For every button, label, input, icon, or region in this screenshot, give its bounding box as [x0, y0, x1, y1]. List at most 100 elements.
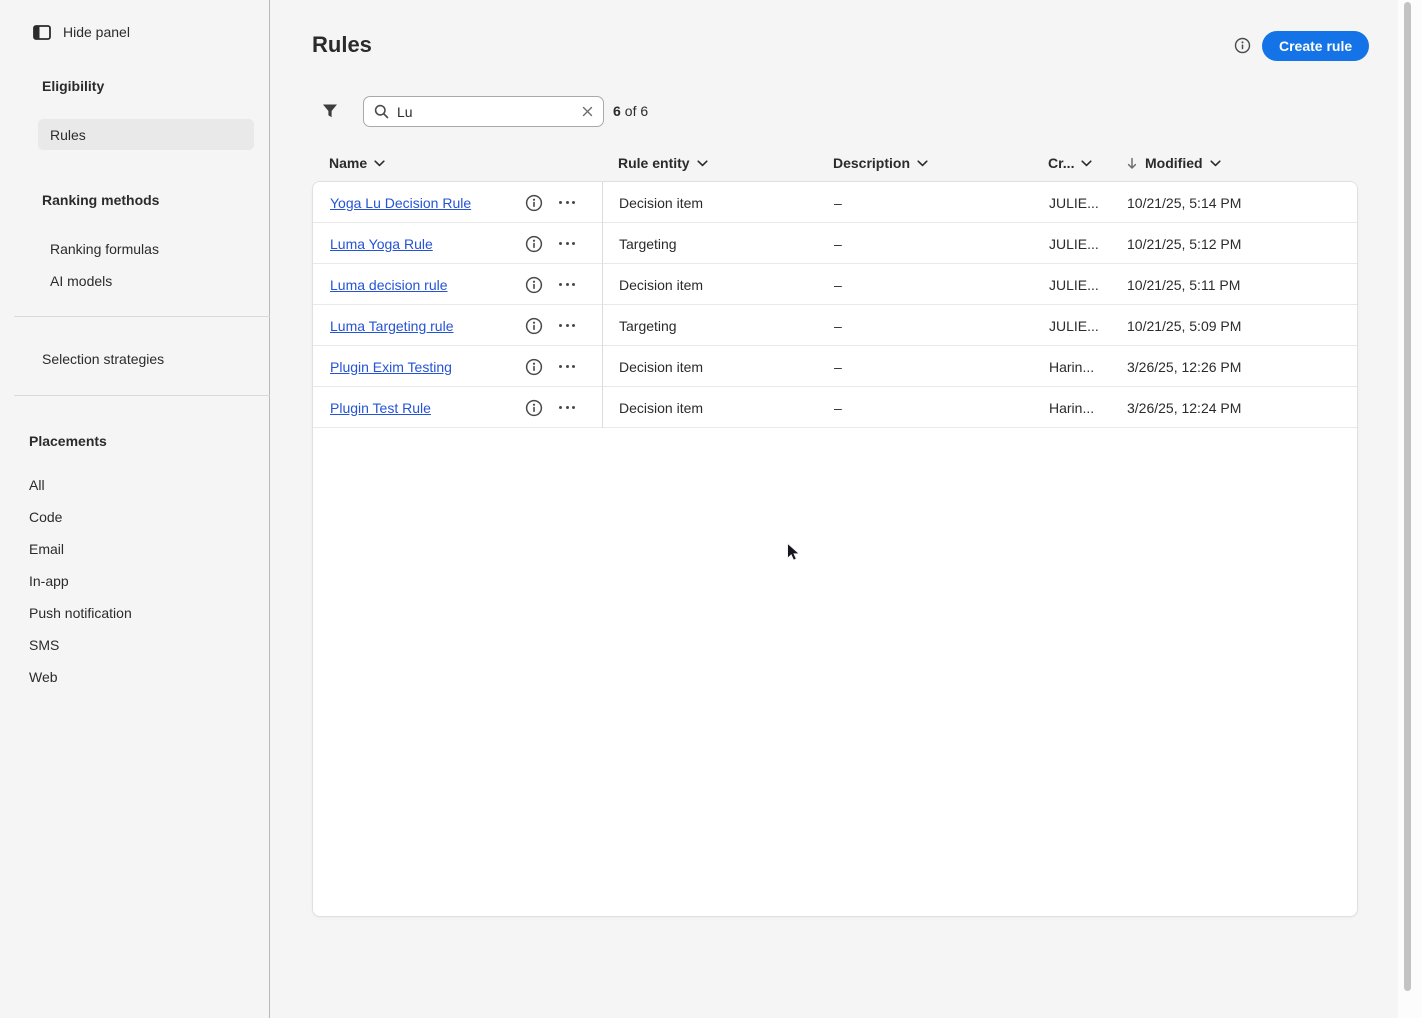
- sidebar-item-in-app[interactable]: In-app: [29, 573, 69, 589]
- table-body: Yoga Lu Decision Rule Decision item – JU…: [313, 182, 1357, 428]
- sidebar-divider: [14, 316, 270, 317]
- modified-cell: 10/21/25, 5:12 PM: [1127, 235, 1242, 252]
- description-cell: –: [834, 276, 842, 293]
- table-header: Name Rule entity Description Cr... Modif…: [312, 155, 1358, 171]
- scrollbar-track: [1398, 0, 1422, 1018]
- sidebar-item-rules-label: Rules: [50, 126, 86, 143]
- column-header-name-label: Name: [329, 155, 368, 171]
- column-divider: [602, 182, 603, 428]
- modified-cell: 3/26/25, 12:24 PM: [1127, 399, 1242, 416]
- rule-name-link[interactable]: Luma decision rule: [330, 277, 448, 293]
- rule-name-link[interactable]: Yoga Lu Decision Rule: [330, 195, 471, 211]
- clear-search-icon[interactable]: [582, 106, 593, 117]
- sidebar-item-all[interactable]: All: [29, 477, 45, 493]
- column-header-created-by-label: Cr...: [1048, 155, 1075, 171]
- created-by-cell: Harin...: [1049, 399, 1095, 416]
- rule-entity-cell: Decision item: [619, 399, 704, 416]
- name-cell: Luma Yoga Rule: [313, 223, 602, 264]
- table-row: Luma Targeting rule Targeting – JULIE...…: [313, 305, 1357, 346]
- rules-table: Yoga Lu Decision Rule Decision item – JU…: [312, 181, 1358, 917]
- info-icon[interactable]: [525, 399, 543, 417]
- sidebar-item-ai-models[interactable]: AI models: [50, 273, 112, 289]
- rule-name-link[interactable]: Plugin Test Rule: [330, 400, 431, 416]
- result-count-rest: of 6: [624, 103, 649, 119]
- sidebar-item-code[interactable]: Code: [29, 509, 62, 525]
- more-actions-icon[interactable]: [559, 404, 575, 411]
- rule-entity-cell: Targeting: [619, 317, 677, 334]
- created-by-cell: JULIE...: [1049, 235, 1099, 252]
- more-actions-icon[interactable]: [559, 281, 575, 288]
- rule-name-link[interactable]: Luma Yoga Rule: [330, 236, 433, 252]
- description-cell: –: [834, 235, 842, 252]
- rule-name-link[interactable]: Plugin Exim Testing: [330, 359, 452, 375]
- sort-descending-icon: [1126, 157, 1138, 170]
- created-by-cell: Harin...: [1049, 358, 1095, 375]
- column-header-modified-label: Modified: [1145, 155, 1203, 171]
- chevron-down-icon: [917, 159, 928, 167]
- created-by-cell: JULIE...: [1049, 194, 1099, 211]
- info-icon[interactable]: [525, 276, 543, 294]
- info-icon[interactable]: [525, 235, 543, 253]
- result-count: 6 of 6: [613, 103, 648, 119]
- info-icon[interactable]: [525, 317, 543, 335]
- sidebar-item-ranking-formulas[interactable]: Ranking formulas: [50, 241, 159, 257]
- more-actions-icon[interactable]: [559, 363, 575, 370]
- name-cell: Plugin Exim Testing: [313, 346, 602, 387]
- hide-panel-label: Hide panel: [63, 24, 130, 40]
- sidebar-item-email[interactable]: Email: [29, 541, 64, 557]
- more-actions-icon[interactable]: [559, 240, 575, 247]
- sidebar-item-push-notification[interactable]: Push notification: [29, 605, 132, 621]
- search-icon: [374, 104, 389, 119]
- create-rule-button[interactable]: Create rule: [1262, 31, 1370, 61]
- info-icon[interactable]: [525, 194, 543, 212]
- rule-entity-cell: Decision item: [619, 276, 704, 293]
- name-cell: Plugin Test Rule: [313, 387, 602, 428]
- chevron-down-icon: [1209, 159, 1221, 167]
- search-box: [363, 96, 604, 127]
- modified-cell: 10/21/25, 5:14 PM: [1127, 194, 1242, 211]
- description-cell: –: [834, 194, 842, 211]
- table-row: Yoga Lu Decision Rule Decision item – JU…: [313, 182, 1357, 223]
- name-cell: Luma Targeting rule: [313, 305, 602, 346]
- more-actions-icon[interactable]: [559, 199, 575, 206]
- modified-cell: 10/21/25, 5:09 PM: [1127, 317, 1242, 334]
- column-header-modified[interactable]: Modified: [1106, 155, 1358, 171]
- column-header-description-label: Description: [833, 155, 911, 171]
- modified-cell: 3/26/25, 12:26 PM: [1127, 358, 1242, 375]
- sidebar-item-selection-strategies[interactable]: Selection strategies: [42, 351, 164, 367]
- sidebar-divider: [14, 395, 270, 396]
- created-by-cell: JULIE...: [1049, 317, 1099, 334]
- rule-name-link[interactable]: Luma Targeting rule: [330, 318, 453, 334]
- name-cell: Yoga Lu Decision Rule: [313, 182, 602, 223]
- column-header-rule-entity-label: Rule entity: [618, 155, 690, 171]
- eligibility-section-title: Eligibility: [42, 78, 105, 94]
- column-header-created-by[interactable]: Cr...: [1031, 155, 1106, 171]
- info-icon[interactable]: [525, 358, 543, 376]
- hide-panel-button[interactable]: Hide panel: [33, 24, 130, 40]
- panel-rail-icon: [33, 24, 51, 40]
- sidebar-item-rules[interactable]: Rules: [38, 119, 254, 150]
- sidebar-item-sms[interactable]: SMS: [29, 637, 59, 653]
- rule-entity-cell: Decision item: [619, 194, 704, 211]
- ranking-methods-section-title: Ranking methods: [42, 192, 160, 208]
- left-panel: Hide panel Eligibility Rules Ranking met…: [0, 0, 270, 1018]
- table-row: Plugin Test Rule Decision item – Harin..…: [313, 387, 1357, 428]
- scrollbar-thumb[interactable]: [1404, 2, 1411, 991]
- search-input[interactable]: [397, 103, 574, 120]
- column-header-rule-entity[interactable]: Rule entity: [601, 155, 816, 171]
- column-header-name[interactable]: Name: [312, 155, 601, 171]
- created-by-cell: JULIE...: [1049, 276, 1099, 293]
- filter-icon[interactable]: [321, 102, 339, 120]
- table-row: Luma Yoga Rule Targeting – JULIE... 10/2…: [313, 223, 1357, 264]
- chevron-down-icon: [696, 159, 708, 167]
- column-header-description[interactable]: Description: [816, 155, 1031, 171]
- description-cell: –: [834, 317, 842, 334]
- result-count-number: 6: [613, 103, 621, 119]
- table-row: Plugin Exim Testing Decision item – Hari…: [313, 346, 1357, 387]
- chevron-down-icon: [374, 159, 385, 167]
- sidebar-item-web[interactable]: Web: [29, 669, 58, 685]
- rule-entity-cell: Targeting: [619, 235, 677, 252]
- name-cell: Luma decision rule: [313, 264, 602, 305]
- more-actions-icon[interactable]: [559, 322, 575, 329]
- page-info-icon[interactable]: [1234, 37, 1251, 54]
